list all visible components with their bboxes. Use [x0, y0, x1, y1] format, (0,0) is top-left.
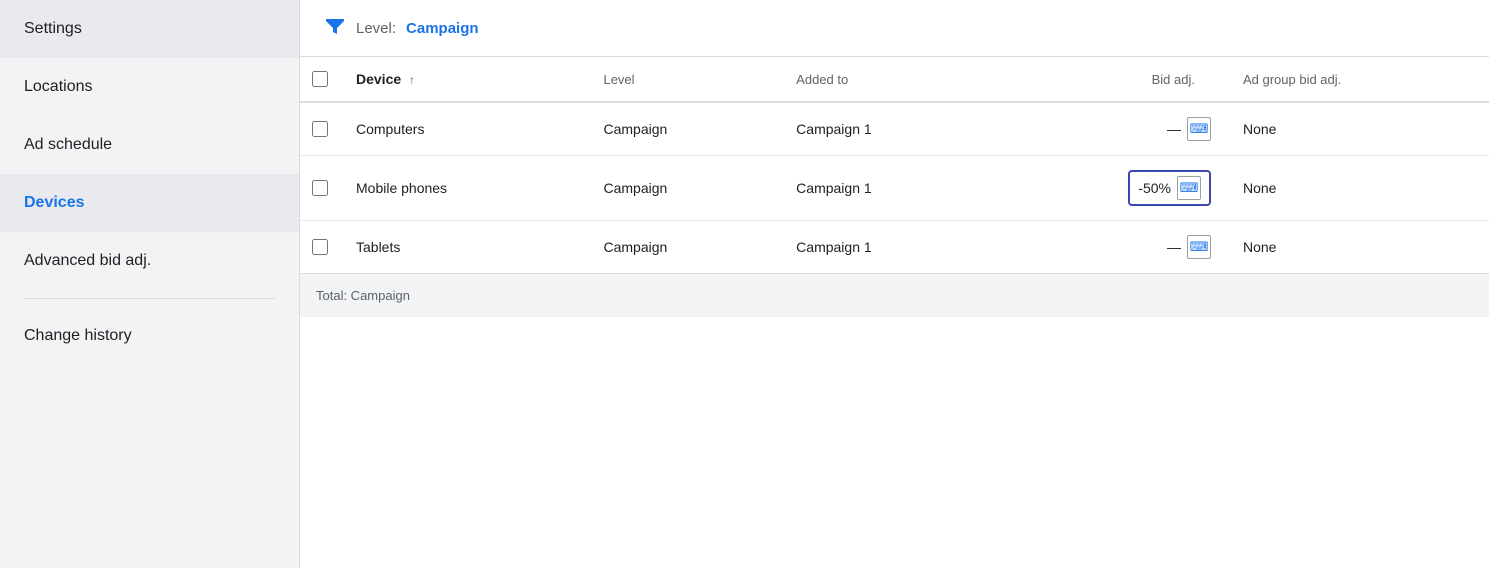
row-mobile-checkbox[interactable]	[312, 180, 328, 196]
col-header-device[interactable]: Device ↑	[340, 57, 587, 102]
row-tablets-added-to: Campaign 1	[780, 221, 996, 274]
devices-table: Device ↑ Level Added to Bid adj. Ad grou…	[300, 57, 1489, 317]
table-footer-total: Total: Campaign	[300, 274, 1489, 318]
filter-value: Campaign	[406, 20, 479, 37]
row-mobile-added-to: Campaign 1	[780, 156, 996, 221]
devices-table-container: Device ↑ Level Added to Bid adj. Ad grou…	[300, 57, 1489, 568]
sidebar-item-settings[interactable]: Settings	[0, 0, 299, 58]
table-row: Tablets Campaign Campaign 1 — ⌨ None	[300, 221, 1489, 274]
table-header-row: Device ↑ Level Added to Bid adj. Ad grou…	[300, 57, 1489, 102]
row-computers-device: Computers	[340, 102, 587, 156]
row-tablets-device: Tablets	[340, 221, 587, 274]
table-row: Mobile phones Campaign Campaign 1 -50% ⌨…	[300, 156, 1489, 221]
row-tablets-bid-adj[interactable]: — ⌨	[996, 221, 1227, 274]
bid-chart-icon-mobile[interactable]: ⌨	[1177, 176, 1201, 200]
row-mobile-device: Mobile phones	[340, 156, 587, 221]
col-header-bid-adj: Bid adj.	[996, 57, 1227, 102]
select-all-checkbox[interactable]	[312, 71, 328, 87]
sidebar-item-advanced-bid[interactable]: Advanced bid adj.	[0, 232, 299, 290]
table-row: Computers Campaign Campaign 1 — ⌨ None	[300, 102, 1489, 156]
row-mobile-level: Campaign	[587, 156, 780, 221]
header-checkbox-cell	[300, 57, 340, 102]
main-content: Level: Campaign Device ↑ Level	[300, 0, 1489, 568]
row-mobile-ad-group-bid: None	[1227, 156, 1489, 221]
row-mobile-bid-adj[interactable]: -50% ⌨	[996, 156, 1227, 221]
row-mobile-bid-value: -50%	[1138, 180, 1171, 196]
sidebar-item-ad-schedule[interactable]: Ad schedule	[0, 116, 299, 174]
row-computers-bid-value: —	[1167, 121, 1181, 137]
row-mobile-checkbox-cell	[300, 156, 340, 221]
sidebar-item-locations[interactable]: Locations	[0, 58, 299, 116]
col-header-level: Level	[587, 57, 780, 102]
filter-label: Level:	[356, 20, 396, 37]
row-tablets-checkbox-cell	[300, 221, 340, 274]
bid-highlighted-container[interactable]: -50% ⌨	[1128, 170, 1211, 206]
sidebar-divider	[24, 298, 275, 299]
col-header-added-to: Added to	[780, 57, 996, 102]
sort-arrow-icon: ↑	[409, 73, 415, 87]
col-header-ad-group-bid-adj: Ad group bid adj.	[1227, 57, 1489, 102]
row-computers-checkbox-cell	[300, 102, 340, 156]
sidebar-item-devices[interactable]: Devices	[0, 174, 299, 232]
row-tablets-level: Campaign	[587, 221, 780, 274]
filter-bar: Level: Campaign	[300, 0, 1489, 57]
row-tablets-ad-group-bid: None	[1227, 221, 1489, 274]
row-computers-bid-adj[interactable]: — ⌨	[996, 102, 1227, 156]
row-computers-level: Campaign	[587, 102, 780, 156]
row-tablets-bid-value: —	[1167, 239, 1181, 255]
row-tablets-checkbox[interactable]	[312, 239, 328, 255]
row-computers-ad-group-bid: None	[1227, 102, 1489, 156]
row-computers-added-to: Campaign 1	[780, 102, 996, 156]
bid-chart-icon-tablets[interactable]: ⌨	[1187, 235, 1211, 259]
filter-icon	[324, 14, 346, 42]
sidebar: Settings Locations Ad schedule Devices A…	[0, 0, 300, 568]
sidebar-item-change-history[interactable]: Change history	[0, 307, 299, 365]
table-footer-row: Total: Campaign	[300, 274, 1489, 318]
bid-chart-icon[interactable]: ⌨	[1187, 117, 1211, 141]
row-computers-checkbox[interactable]	[312, 121, 328, 137]
